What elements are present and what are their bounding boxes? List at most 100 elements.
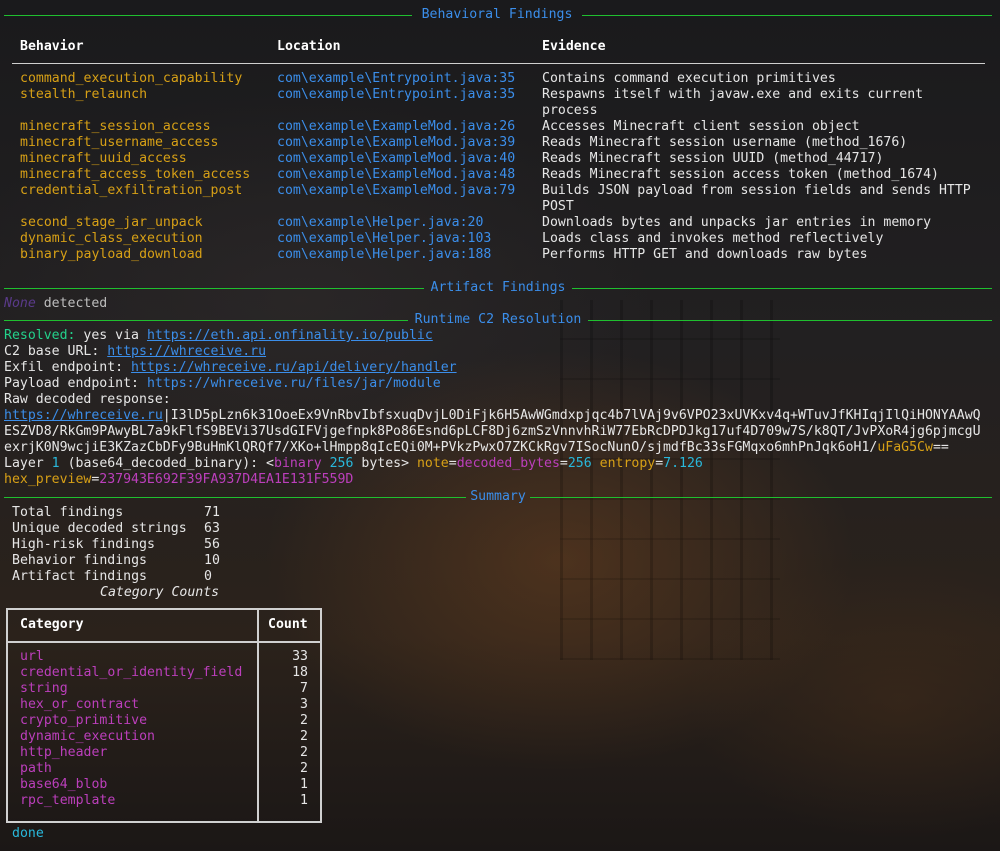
section-rule-left (4, 497, 466, 498)
raw-response-data: |I3lD5pLzn6k31OoeEx9VnRbvIbfsxuqDvjL0DiF… (162, 408, 981, 423)
resolved-text: yes via (83, 328, 139, 343)
location-cell: com\example\ExampleMod.java:26 (277, 119, 516, 134)
column-header-count: Count (268, 617, 308, 632)
count-cell: 7 (300, 681, 308, 696)
artifact-status: None detected (4, 296, 107, 312)
payload-endpoint-label: Payload endpoint: (4, 376, 139, 391)
column-header-location: Location (277, 39, 341, 54)
c2-base-url-link[interactable]: https://whreceive.ru (107, 344, 266, 359)
behavior-cell: minecraft_session_access (20, 119, 211, 134)
category-cell: hex_or_contract (20, 697, 140, 712)
section-title-runtime: Runtime C2 Resolution (414, 312, 582, 327)
behavior-cell: minecraft_username_access (20, 135, 219, 150)
entropy-key: entropy (599, 456, 656, 471)
section-rule-right (530, 497, 992, 498)
raw-response-padding: == (932, 440, 949, 455)
raw-response-label: Raw decoded response: (4, 392, 171, 407)
terminal-output: Behavioral Findings Behavior Location Ev… (0, 0, 1000, 851)
resolved-line: Resolved: yes via https://eth.api.onfina… (4, 328, 433, 344)
category-cell: path (20, 761, 52, 776)
layer-line: Layer 1 (base64_decoded_binary): <binary… (4, 456, 703, 471)
count-cell: 1 (300, 777, 308, 792)
stat-label: Behavior findings (12, 553, 147, 568)
category-cell: string (20, 681, 68, 696)
location-cell: com\example\ExampleMod.java:39 (277, 135, 516, 150)
evidence-cell: Downloads bytes and unpacks jar entries … (542, 215, 932, 230)
evidence-cell: Loads class and invokes method reflectiv… (542, 231, 884, 246)
stat-value: 10 (204, 553, 220, 568)
stat-value: 56 (204, 537, 220, 552)
evidence-cell: Contains command execution primitives (542, 71, 836, 86)
category-cell: rpc_template (20, 793, 116, 808)
category-cell: credential_or_identity_field (20, 665, 243, 680)
raw-response-line-1: https://whreceive.ru|I3lD5pLzn6k31OoeEx9… (4, 408, 981, 424)
resolved-label: Resolved: (4, 328, 76, 343)
section-rule-right (572, 288, 992, 289)
artifact-none: None (4, 296, 36, 311)
c2-base-label: C2 base URL: (4, 344, 100, 359)
count-cell: 2 (300, 761, 308, 776)
hex-preview-key: hex_preview (4, 472, 92, 487)
evidence-cell: Reads Minecraft session username (method… (542, 135, 908, 150)
location-cell: com\example\Entrypoint.java:35 (277, 71, 516, 86)
count-cell: 2 (300, 713, 308, 728)
stat-label: Unique decoded strings (12, 521, 187, 536)
category-cell: crypto_primitive (20, 713, 148, 728)
section-title-behavioral: Behavioral Findings (421, 7, 573, 22)
evidence-cell-continued: process (542, 103, 598, 118)
raw-response-line-2: ESZVD8/RkGm9PAwyBL7a9kFlfS9BEVi37UsdGIFV… (4, 424, 981, 439)
resolved-url-link[interactable]: https://eth.api.onfinality.io/public (147, 328, 433, 343)
behavior-cell: second_stage_jar_unpack (20, 215, 203, 230)
evidence-cell-continued: POST (542, 199, 574, 214)
column-header-category: Category (20, 617, 84, 632)
evidence-cell: Accesses Minecraft client session object (542, 119, 860, 134)
section-rule-left (4, 320, 408, 321)
behavior-cell: command_execution_capability (20, 71, 243, 86)
behavior-cell: stealth_relaunch (20, 87, 148, 102)
exfil-endpoint-line: Exfil endpoint: https://whreceive.ru/api… (4, 360, 457, 376)
evidence-cell: Performs HTTP GET and downloads raw byte… (542, 247, 868, 262)
table-column-divider (257, 610, 259, 821)
note-number: 256 (567, 456, 592, 471)
count-cell: 3 (300, 697, 308, 712)
hex-preview-line: hex_preview=237943E692F39FA937D4EA1E131F… (4, 472, 354, 487)
stat-value: 63 (204, 521, 220, 536)
stat-label: High-risk findings (12, 537, 155, 552)
section-rule-right (582, 15, 992, 16)
location-cell: com\example\Helper.java:188 (277, 247, 492, 262)
layer-label: Layer (4, 456, 44, 471)
raw-response-highlight: uFaG5Cw (877, 440, 933, 455)
category-cell: http_header (20, 745, 108, 760)
layer-number: 1 (51, 456, 60, 471)
section-title-summary: Summary (470, 489, 526, 504)
category-counts-title: Category Counts (100, 585, 220, 600)
payload-endpoint-url[interactable]: https://whreceive.ru/files/jar/module (147, 376, 441, 391)
location-cell: com\example\Helper.java:20 (277, 215, 484, 230)
column-header-evidence: Evidence (542, 39, 606, 54)
payload-endpoint-line: Payload endpoint: https://whreceive.ru/f… (4, 376, 441, 392)
layer-type: binary (274, 456, 322, 471)
evidence-cell: Reads Minecraft session UUID (method_447… (542, 151, 884, 166)
behavior-cell: minecraft_access_token_access (20, 167, 251, 182)
raw-response-line-3: exrjK0N9wcjiE3KZazCbDFy9BuHmKlQRQf7/XKo+… (4, 440, 949, 456)
behavior-cell: binary_payload_download (20, 247, 203, 262)
done-status: done (12, 826, 44, 841)
category-cell: base64_blob (20, 777, 108, 792)
count-cell: 18 (292, 665, 308, 680)
table-header-divider (12, 63, 985, 64)
count-cell: 2 (300, 745, 308, 760)
behavior-cell: minecraft_uuid_access (20, 151, 187, 166)
layer-kind: (base64_decoded_binary): < (67, 456, 274, 471)
layer-bytes: 256 (329, 456, 354, 471)
behavior-cell: dynamic_class_execution (20, 231, 203, 246)
raw-response-data: exrjK0N9wcjiE3KZazCbDFy9BuHmKlQRQf7/XKo+… (4, 440, 878, 455)
exfil-endpoint-link[interactable]: https://whreceive.ru/api/delivery/handle… (131, 360, 457, 375)
location-cell: com\example\ExampleMod.java:48 (277, 167, 516, 182)
entropy-value: 7.126 (663, 456, 703, 471)
column-header-behavior: Behavior (20, 39, 84, 54)
behavior-cell: credential_exfiltration_post (20, 183, 243, 198)
artifact-detected: detected (43, 296, 108, 311)
evidence-cell: Builds JSON payload from session fields … (542, 183, 971, 198)
raw-response-url-link[interactable]: https://whreceive.ru (4, 408, 163, 423)
exfil-endpoint-label: Exfil endpoint: (4, 360, 124, 375)
